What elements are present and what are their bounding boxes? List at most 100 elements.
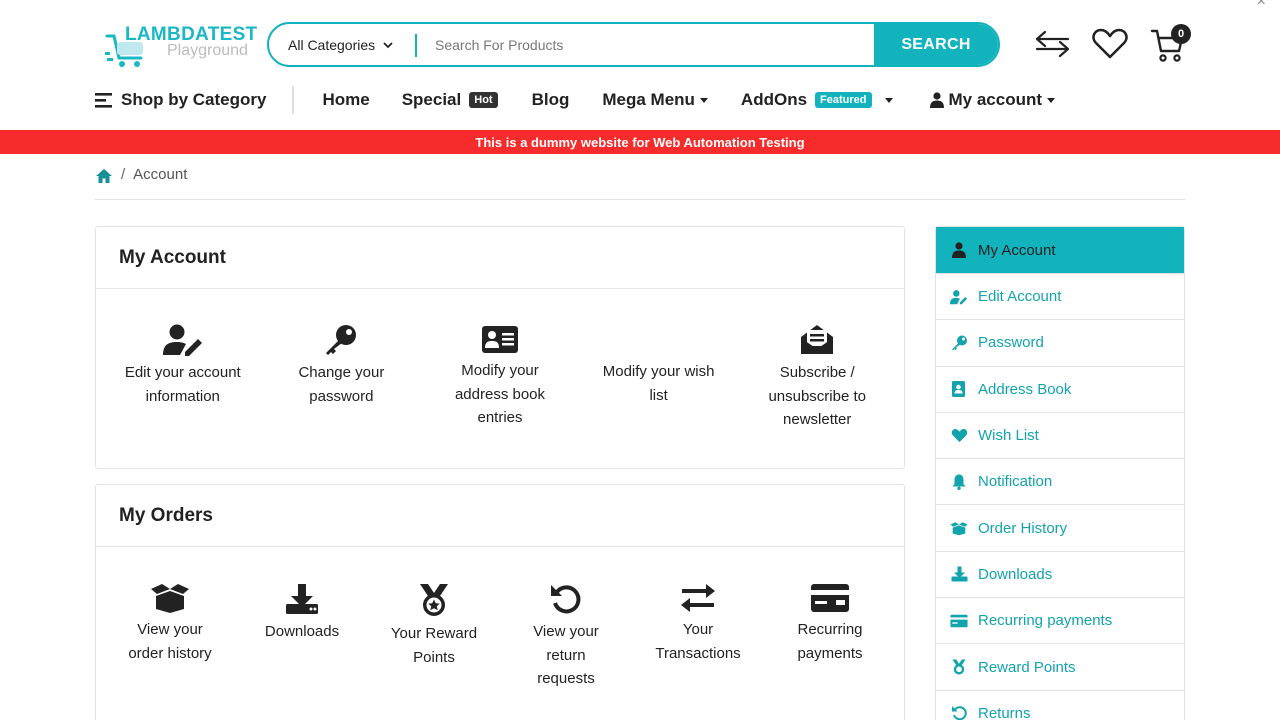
bars-icon xyxy=(95,93,112,108)
key-icon xyxy=(326,325,357,355)
logo[interactable]: LAMBDATEST Playground xyxy=(105,24,257,70)
tile-label: Change your password xyxy=(298,364,385,405)
home-icon[interactable] xyxy=(95,168,113,184)
sidebar-item-label: Downloads xyxy=(978,565,1053,583)
sidebar-item-label: Notification xyxy=(978,473,1053,491)
tile-label: View your order history xyxy=(128,621,212,662)
sidebar-item-password[interactable]: Password xyxy=(936,320,1184,367)
main-nav: Shop by Category Home Special Hot Blog M… xyxy=(95,84,1056,116)
tile-label: Modify your address book entries xyxy=(454,362,546,426)
credit-card-icon xyxy=(950,614,968,628)
medal-icon xyxy=(952,659,966,675)
sidebar-item-label: Reward Points xyxy=(978,658,1076,676)
credit-card-icon xyxy=(811,584,849,612)
sidebar-item-label: Wish List xyxy=(978,427,1039,445)
chevron-down-icon xyxy=(383,41,393,48)
sidebar-item-label: My Account xyxy=(978,241,1056,259)
sidebar-item-label: Password xyxy=(978,334,1044,352)
search-button[interactable]: SEARCH xyxy=(874,24,998,65)
my-account-tiles: Edit your account information Change you… xyxy=(96,289,904,432)
sidebar-item-wish-list[interactable]: Wish List xyxy=(936,413,1184,460)
nav-addons[interactable]: AddOns Featured xyxy=(741,90,893,110)
sidebar-item-label: Edit Account xyxy=(978,288,1062,306)
tile-label: Downloads xyxy=(264,623,340,640)
undo-icon xyxy=(951,706,967,720)
tile-newsletter[interactable]: Subscribe / unsubscribe to newsletter xyxy=(730,324,904,432)
sidebar-item-recurring-payments[interactable]: Recurring payments xyxy=(936,598,1184,645)
nav-special-label: Special xyxy=(401,90,462,109)
user-icon xyxy=(952,242,966,258)
my-account-card-title: My Account xyxy=(96,227,904,289)
category-select[interactable]: All Categories xyxy=(269,24,417,65)
tile-label: Your Reward Points xyxy=(390,625,478,666)
hot-badge: Hot xyxy=(469,92,498,108)
address-book-icon xyxy=(952,381,965,398)
nav-my-account-label: My account xyxy=(948,90,1043,109)
sidebar-item-reward-points[interactable]: Reward Points xyxy=(936,644,1184,691)
exchange-icon xyxy=(681,584,715,612)
sidebar-item-address-book[interactable]: Address Book xyxy=(936,367,1184,413)
my-orders-card-title: My Orders xyxy=(96,485,904,547)
sidebar-item-label: Address Book xyxy=(978,380,1072,398)
tile-label: Edit your account information xyxy=(124,364,241,405)
nav-blog-label: Blog xyxy=(531,90,570,109)
user-icon xyxy=(929,92,944,108)
sidebar-item-returns[interactable]: Returns xyxy=(936,691,1184,720)
search-input[interactable] xyxy=(417,24,874,65)
nav-my-account[interactable]: My account xyxy=(929,90,1056,110)
box-open-icon xyxy=(950,521,968,535)
nav-home-label: Home xyxy=(322,90,370,109)
category-select-value: All Categories xyxy=(288,36,376,53)
sidebar-item-label: Returns xyxy=(978,704,1031,720)
caret-down-icon xyxy=(1047,97,1056,103)
tile-reward-points[interactable]: Your Reward Points xyxy=(368,583,500,691)
wishlist-heart-icon[interactable] xyxy=(1092,28,1128,60)
tile-wish-list[interactable]: Modify your wish list xyxy=(587,324,731,432)
tile-label: Modify your wish list xyxy=(602,363,715,404)
caret-down-icon xyxy=(884,97,893,103)
sidebar-item-order-history[interactable]: Order History xyxy=(936,505,1184,552)
sidebar-item-label: Order History xyxy=(978,519,1068,537)
sidebar-item-label: Recurring payments xyxy=(978,612,1113,630)
nav-mega-menu[interactable]: Mega Menu xyxy=(602,90,708,110)
box-open-icon xyxy=(151,584,189,613)
tile-order-history[interactable]: View your order history xyxy=(104,583,236,691)
tile-transactions[interactable]: Your Transactions xyxy=(632,583,764,691)
tile-label: View your return requests xyxy=(533,623,599,687)
sidebar-item-my-account[interactable]: My Account xyxy=(936,227,1184,274)
my-orders-tiles: View your order history Downloads Your R… xyxy=(96,547,904,691)
nav-shop-by-category[interactable]: Shop by Category xyxy=(95,90,266,110)
tile-recurring-payments[interactable]: Recurring payments xyxy=(764,583,896,691)
tile-label: Subscribe / unsubscribe to newsletter xyxy=(768,364,866,428)
tile-returns[interactable]: View your return requests xyxy=(500,583,632,691)
breadcrumb-current: Account xyxy=(133,166,188,183)
undo-icon xyxy=(551,585,581,614)
account-sidebar: My Account Edit Account Password Address… xyxy=(935,226,1185,720)
nav-blog[interactable]: Blog xyxy=(532,90,570,110)
notice-banner: This is a dummy website for Web Automati… xyxy=(0,130,1280,154)
compare-icon[interactable] xyxy=(1035,30,1071,58)
medal-icon xyxy=(420,584,448,616)
breadcrumb-separator: / xyxy=(121,166,126,183)
tile-downloads[interactable]: Downloads xyxy=(236,583,368,691)
nav-shop-by-category-label: Shop by Category xyxy=(121,90,267,109)
nav-home[interactable]: Home xyxy=(322,90,369,110)
nav-mega-menu-label: Mega Menu xyxy=(602,90,695,109)
sidebar-item-edit-account[interactable]: Edit Account xyxy=(936,274,1184,321)
bell-icon xyxy=(952,474,966,490)
breadcrumb: / Account xyxy=(95,166,1185,200)
caret-down-icon xyxy=(699,97,708,103)
sidebar-item-downloads[interactable]: Downloads xyxy=(936,552,1184,599)
tile-label: Your Transactions xyxy=(655,621,741,662)
nav-special[interactable]: Special Hot xyxy=(402,90,498,110)
nav-addons-label: AddOns xyxy=(740,90,808,109)
sidebar-item-notification[interactable]: Notification xyxy=(936,459,1184,506)
envelope-open-icon xyxy=(801,325,834,354)
tile-edit-account[interactable]: Edit your account information xyxy=(96,324,270,432)
search-bar: All Categories SEARCH xyxy=(267,22,1000,67)
featured-badge: Featured xyxy=(815,92,872,108)
tile-address-book[interactable]: Modify your address book entries xyxy=(413,324,587,432)
my-orders-card: My Orders View your order history Downlo… xyxy=(95,484,905,720)
tile-change-password[interactable]: Change your password xyxy=(270,324,414,432)
heart-icon xyxy=(951,428,967,443)
